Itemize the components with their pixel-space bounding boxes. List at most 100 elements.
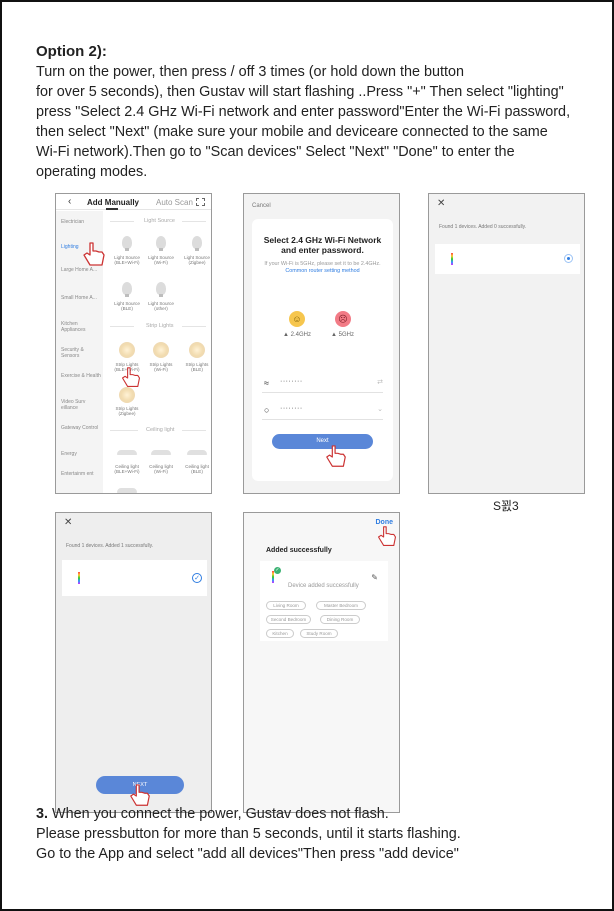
tab-add-manually[interactable]: Add Manually xyxy=(87,198,139,207)
bulb-icon xyxy=(156,282,166,297)
sidebar-item[interactable]: Exercise & Health xyxy=(61,373,101,379)
step3-line: Please pressbutton for more than 5 secon… xyxy=(36,826,461,842)
password-field[interactable]: ········ xyxy=(280,405,303,412)
device-ceiling-ble-wifi[interactable]: Ceiling light (BLE+Wi-Fi) xyxy=(112,464,142,474)
next-button[interactable]: Next xyxy=(272,434,373,449)
device-ceiling-ble[interactable]: Ceiling light (BLE) xyxy=(182,464,211,474)
wifi-name-field[interactable]: ········ xyxy=(280,378,303,385)
step3-line: Go to the App and select "add all device… xyxy=(36,846,459,862)
device-light-source-ble[interactable]: Light Source (BLE) xyxy=(112,301,142,311)
ceiling-light-icon xyxy=(117,450,137,455)
strip-light-icon xyxy=(119,342,135,358)
sidebar-item[interactable]: Video Surv eillance xyxy=(61,399,101,411)
top-bar: ‹ Add Manually Auto Scan xyxy=(56,194,211,210)
sidebar-item[interactable]: Small Home A... xyxy=(61,295,101,301)
close-icon[interactable]: ✕ xyxy=(437,198,445,209)
device-light-source-other[interactable]: Light Source (other) xyxy=(146,301,176,311)
freq-5ghz-label: ▲ 5GHz xyxy=(331,332,354,338)
screenshot-add-manually: ‹ Add Manually Auto Scan Electrician Lig… xyxy=(55,193,212,494)
sad-icon: ☹ xyxy=(335,311,351,327)
ceiling-light-icon xyxy=(117,488,137,493)
section-title-strip-lights: Strip Lights xyxy=(146,323,174,329)
tab-auto-scan[interactable]: Auto Scan xyxy=(156,198,193,207)
sidebar-item[interactable]: Kitchen Appliances xyxy=(61,321,101,333)
step3-instructions: 3. When you connect the power, Gustav do… xyxy=(36,804,596,864)
switch-network-icon[interactable]: ⇄ xyxy=(377,378,383,386)
lock-icon: ○ xyxy=(264,405,270,415)
sidebar-item[interactable]: Electrician xyxy=(61,219,101,225)
divider xyxy=(110,430,138,431)
pointing-hand-icon xyxy=(83,242,105,266)
figure-caption: S꾌3 xyxy=(493,499,519,513)
wifi-title: Select 2.4 GHz Wi-Fi Network and enter p… xyxy=(263,235,382,255)
ceiling-light-icon xyxy=(187,450,207,455)
device-light-source-ble-wifi[interactable]: Light Source (BLE+Wi-Fi) xyxy=(112,255,142,265)
wifi-icon: ≈ xyxy=(264,378,269,388)
option2-instructions: Option 2): Turn on the power, then press… xyxy=(36,42,596,182)
bulb-icon xyxy=(122,236,132,251)
back-icon[interactable]: ‹ xyxy=(68,196,71,207)
step3-line: 3. When you connect the power, Gustav do… xyxy=(36,804,596,824)
divider xyxy=(110,326,134,327)
device-strip-wifi[interactable]: Strip Lights (Wi-Fi) xyxy=(146,362,176,372)
close-icon[interactable]: ✕ xyxy=(64,517,72,528)
room-chip[interactable]: Master Bedroom xyxy=(316,601,366,610)
screenshot-scan-added: ✕ Found 1 devices. Added 1 successfully.… xyxy=(55,512,212,813)
instruction-line: then select "Next" (make sure your mobil… xyxy=(36,124,548,140)
scan-icon[interactable] xyxy=(196,198,205,206)
instruction-line: Turn on the power, then press / off 3 ti… xyxy=(36,64,464,80)
chevron-down-icon[interactable]: ⌄ xyxy=(377,405,383,413)
bulb-icon xyxy=(192,236,202,251)
freq-24ghz-label: ▲ 2.4GHz xyxy=(283,332,311,338)
room-chip[interactable]: Second Bedroom xyxy=(266,615,311,624)
divider xyxy=(110,221,134,222)
room-chip[interactable]: Kitchen xyxy=(266,629,294,638)
device-ceiling-wifi[interactable]: Ceiling light (Wi-Fi) xyxy=(146,464,176,474)
sidebar-item[interactable]: Security & Sensors xyxy=(61,347,101,359)
option2-heading: Option 2): xyxy=(36,43,107,60)
bulb-icon xyxy=(122,282,132,297)
freq-24-text: 2.4GHz xyxy=(290,332,311,338)
sidebar-item[interactable]: Gateway Control xyxy=(61,425,101,431)
router-setting-link[interactable]: Common router setting method xyxy=(285,268,359,274)
sidebar-item[interactable]: Entertainm ent xyxy=(61,471,101,477)
instruction-line: press "Select 2.4 GHz Wi-Fi network and … xyxy=(36,104,571,120)
lamp-icon xyxy=(272,571,274,583)
device-strip-zigbee[interactable]: Strip Lights (Zigbee) xyxy=(112,406,142,416)
pointing-hand-icon xyxy=(121,367,141,388)
bulb-icon xyxy=(156,236,166,251)
ceiling-light-icon xyxy=(151,450,171,455)
step-number: 3. xyxy=(36,806,49,822)
device-light-source-zigbee[interactable]: Light Source (Zigbee) xyxy=(182,255,211,265)
select-radio[interactable] xyxy=(564,254,573,263)
screenshot-wifi-password: Cancel Select 2.4 GHz Wi-Fi Network and … xyxy=(243,193,400,494)
added-title: Added successfully xyxy=(266,547,332,554)
active-tab-indicator xyxy=(106,208,118,210)
room-chip[interactable]: Study Room xyxy=(300,629,338,638)
success-badge-icon: ✓ xyxy=(274,567,281,574)
wifi-hint: If your Wi-Fi is 5GHz, please set it to … xyxy=(262,261,383,275)
room-chip[interactable]: Dining Room xyxy=(320,615,360,624)
strip-light-icon xyxy=(153,342,169,358)
device-added-text: Device added successfully xyxy=(288,583,359,589)
divider xyxy=(182,326,206,327)
wifi-card: Select 2.4 GHz Wi-Fi Network and enter p… xyxy=(252,219,393,481)
instruction-line: operating modes. xyxy=(36,164,148,180)
cancel-button[interactable]: Cancel xyxy=(252,203,271,209)
scan-status-text: Found 1 devices. Added 0 successfully. xyxy=(439,224,527,230)
section-title-ceiling-light: Ceiling light xyxy=(146,427,175,433)
device-light-source-wifi[interactable]: Light Source (Wi-Fi) xyxy=(146,255,176,265)
field-underline xyxy=(262,419,383,420)
found-device-card[interactable] xyxy=(435,244,580,274)
screenshot-added-successfully: Done Added successfully ✓ Device added s… xyxy=(243,512,400,813)
instruction-line: for over 5 seconds), then Gustav will st… xyxy=(36,84,564,100)
room-chip[interactable]: Living Room xyxy=(266,601,306,610)
divider xyxy=(182,221,206,222)
device-strip-ble[interactable]: Strip Lights (BLE) xyxy=(182,362,211,372)
found-device-card[interactable]: ✓ xyxy=(62,560,207,596)
wifi-hint-text: If your Wi-Fi is 5GHz, please set it to … xyxy=(264,261,381,267)
lamp-icon xyxy=(451,253,453,265)
strip-light-icon xyxy=(189,342,205,358)
edit-icon[interactable]: ✎ xyxy=(371,573,378,582)
sidebar-item[interactable]: Energy xyxy=(61,451,101,457)
